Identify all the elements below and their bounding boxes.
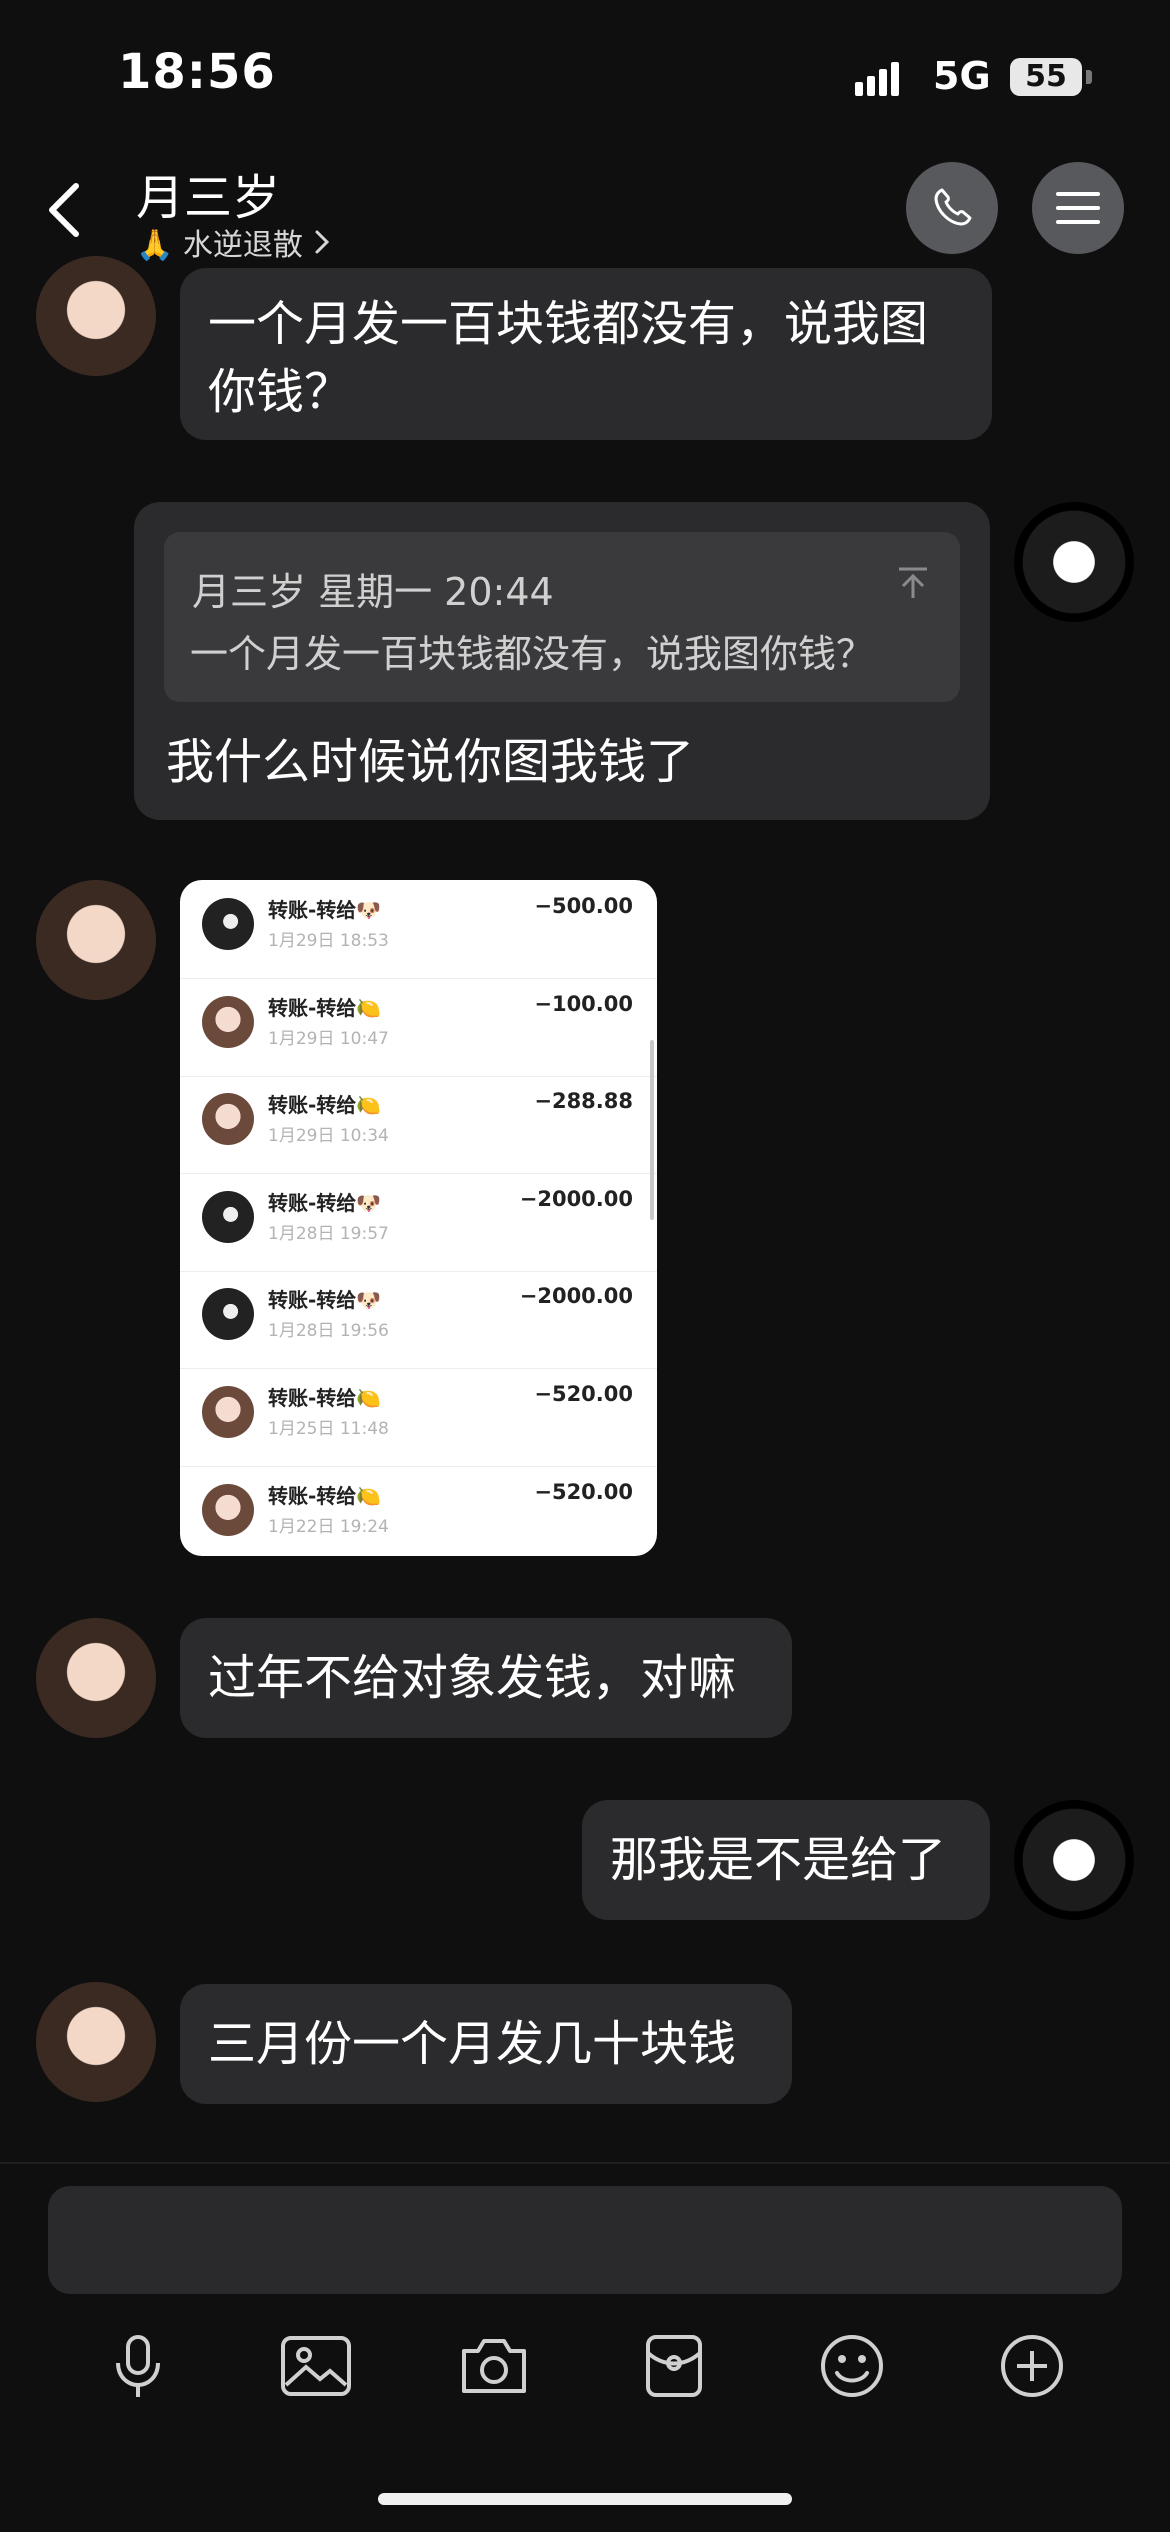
transfer-amount: −2000.00 [519, 1186, 633, 1211]
transfer-amount: −100.00 [534, 991, 633, 1016]
transfer-label: 转账-转给🍋 [268, 995, 382, 1020]
transfer-label: 转账-转给🍋 [268, 1386, 382, 1410]
transfer-date: 1月25日 11:48 [268, 1419, 389, 1439]
transfer-recipient-avatar [202, 1483, 254, 1536]
transfer-date: 1月29日 10:34 [268, 1126, 389, 1147]
transfer-date: 1月22日 19:24 [268, 1516, 389, 1537]
transfer-label: 转账-转给🍋 [268, 1483, 382, 1508]
contact-status[interactable]: 🙏 水逆退散 [136, 220, 333, 264]
cellular-signal-icon [855, 62, 899, 96]
message-text: 三月份一个月发几十块钱 [208, 2016, 737, 2072]
call-button[interactable] [906, 162, 998, 254]
contact-avatar[interactable] [36, 1982, 156, 2102]
incoming-message-bubble[interactable]: 一个月发一百块钱都没有，说我图 你钱？ [180, 268, 992, 440]
input-divider [0, 2162, 1170, 2164]
transfer-recipient-avatar [202, 1190, 254, 1243]
message-text: 那我是不是给了 [610, 1832, 947, 1888]
transfer-records-image[interactable]: 转账-转给🐶 1月29日 18:53 −500.00 转账-转给🍋 1月29日 10:4… [180, 880, 657, 1556]
message-text-line: 一个月发一百块钱都没有，说我图 [208, 296, 929, 352]
camera-button[interactable] [458, 2330, 530, 2402]
user-avatar[interactable] [1014, 1800, 1134, 1920]
transfer-amount: −520.00 [534, 1479, 633, 1504]
jump-to-top-icon[interactable] [896, 566, 930, 600]
status-text: 🙏 水逆退散 [136, 228, 303, 263]
scroll-indicator [650, 1040, 654, 1220]
transfer-label: 转账-转给🐶 [268, 898, 382, 922]
transfer-recipient-avatar [202, 898, 254, 950]
battery-tip [1086, 70, 1092, 84]
transfer-label: 转账-转给🐶 [268, 1190, 382, 1215]
contact-avatar[interactable] [36, 256, 156, 376]
message-text: 过年不给对象发钱，对嘛 [208, 1650, 737, 1706]
outgoing-message-bubble[interactable]: 那我是不是给了 [582, 1800, 990, 1920]
more-button[interactable] [996, 2330, 1068, 2402]
status-time: 18:56 [118, 44, 276, 100]
quoted-sender-time: 月三岁 星期一 20:44 [192, 570, 554, 614]
message-input[interactable] [48, 2186, 1122, 2294]
transfer-row: 转账-转给🍋 1月22日 19:24 −520.00 [180, 1466, 657, 1556]
contact-name[interactable]: 月三岁 [136, 158, 280, 228]
transfer-row: 转账-转给🍋 1月25日 11:48 −520.00 [180, 1368, 657, 1467]
battery-level: 55 [1025, 59, 1067, 94]
plus-icon [1001, 2335, 1063, 2397]
quoted-text: 一个月发一百块钱都没有，说我图你钱？ [190, 632, 875, 676]
phone-icon [934, 188, 972, 226]
transfer-date: 1月29日 10:47 [268, 1028, 389, 1049]
microphone-icon [116, 2335, 160, 2397]
transfer-row: 转账-转给🍋 1月29日 10:34 −288.88 [180, 1075, 657, 1175]
transfer-recipient-avatar [202, 995, 254, 1048]
red-packet-button[interactable] [638, 2330, 710, 2402]
quoted-message[interactable]: 月三岁 星期一 20:44 一个月发一百块钱都没有，说我图你钱？ [164, 532, 960, 702]
transfer-row: 转账-转给🐶 1月29日 18:53 −500.00 [180, 880, 657, 979]
contact-avatar[interactable] [36, 880, 156, 1000]
incoming-message-bubble[interactable]: 过年不给对象发钱，对嘛 [180, 1618, 792, 1738]
emoji-icon [821, 2335, 883, 2397]
image-icon [281, 2336, 351, 2396]
status-bar: 18:56 5G 55 [0, 0, 1170, 150]
home-indicator [378, 2493, 792, 2505]
menu-button[interactable] [1032, 162, 1124, 254]
chat-header: 月三岁 🙏 水逆退散 [0, 150, 1170, 270]
transfer-row: 转账-转给🐶 1月28日 19:57 −2000.00 [180, 1173, 657, 1272]
transfer-row: 转账-转给🐶 1月28日 19:56 −2000.00 [180, 1270, 657, 1370]
transfer-date: 1月29日 18:53 [268, 931, 389, 951]
transfer-date: 1月28日 19:57 [268, 1223, 389, 1244]
transfer-recipient-avatar [202, 1288, 254, 1341]
network-type: 5G [933, 54, 991, 98]
red-packet-icon [646, 2335, 702, 2397]
transfer-amount: −500.00 [534, 894, 633, 918]
contact-avatar[interactable] [36, 1618, 156, 1738]
camera-icon [462, 2339, 526, 2393]
message-text: 我什么时候说你图我钱了 [166, 734, 695, 790]
back-chevron-icon[interactable] [40, 180, 90, 240]
battery-icon: 55 [1010, 58, 1082, 96]
photo-button[interactable] [280, 2330, 352, 2402]
transfer-recipient-avatar [202, 1386, 254, 1438]
outgoing-message-bubble[interactable]: 月三岁 星期一 20:44 一个月发一百块钱都没有，说我图你钱？ 我什么时候说你… [134, 502, 990, 820]
user-avatar[interactable] [1014, 502, 1134, 622]
chevron-right-icon [315, 230, 330, 254]
transfer-row: 转账-转给🍋 1月29日 10:47 −100.00 [180, 978, 657, 1077]
transfer-label: 转账-转给🍋 [268, 1093, 382, 1118]
transfer-amount: −2000.00 [519, 1284, 633, 1309]
voice-button[interactable] [102, 2330, 174, 2402]
hamburger-menu-icon [1056, 192, 1100, 224]
transfer-label: 转账-转给🐶 [268, 1288, 382, 1313]
incoming-message-bubble[interactable]: 三月份一个月发几十块钱 [180, 1984, 792, 2104]
transfer-date: 1月28日 19:56 [268, 1321, 389, 1342]
transfer-amount: −520.00 [534, 1382, 633, 1406]
transfer-amount: −288.88 [534, 1089, 633, 1114]
transfer-recipient-avatar [202, 1093, 254, 1146]
message-text-line: 你钱？ [208, 364, 353, 420]
emoji-button[interactable] [816, 2330, 888, 2402]
